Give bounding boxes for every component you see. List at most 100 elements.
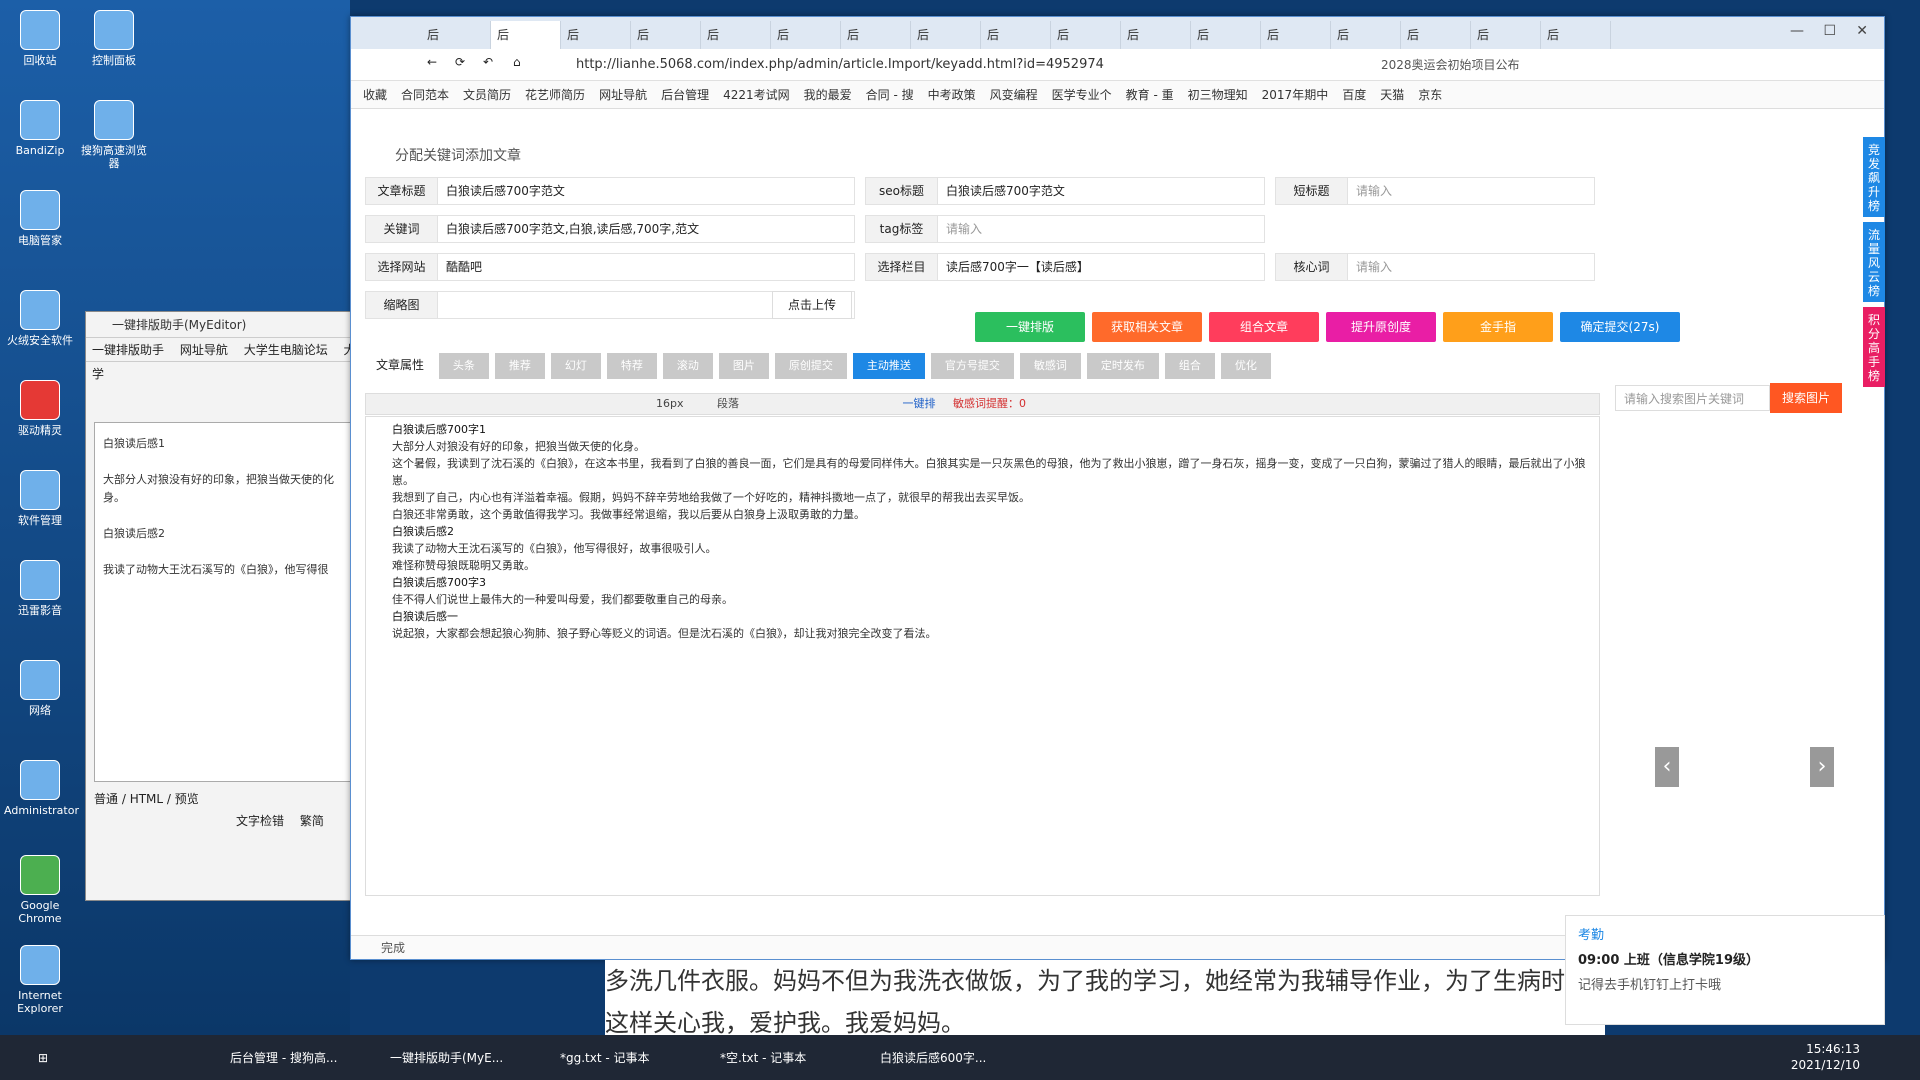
desktop-icon-softmgr[interactable]: 软件管理 xyxy=(4,470,76,527)
bookmark-item[interactable]: 2017年期中 xyxy=(1262,88,1329,102)
bookmark-item[interactable]: 收藏 xyxy=(363,88,387,102)
bookmark-item[interactable]: 初三物理知 xyxy=(1188,88,1248,102)
taskbar-item[interactable]: 后台管理 - 搜狗高... xyxy=(200,1043,337,1073)
attr-chip[interactable]: 图片 xyxy=(718,353,769,379)
golden-finger-button[interactable]: 金手指 xyxy=(1443,312,1553,342)
taskbar-item[interactable]: 白狼读后感600字... xyxy=(850,1043,986,1073)
onekey-link[interactable]: 一键排 xyxy=(903,397,936,410)
bookmark-item[interactable]: 医学专业个 xyxy=(1052,88,1112,102)
taskbar-item[interactable]: *gg.txt - 记事本 xyxy=(530,1043,650,1073)
text-check-button[interactable]: 文字检错 xyxy=(236,814,284,828)
browser-tab[interactable]: 后 xyxy=(561,21,631,49)
hot-notice[interactable]: 2028奥运会初始项目公布 xyxy=(1381,54,1520,76)
combine-button[interactable]: 组合文章 xyxy=(1209,312,1319,342)
start-icon[interactable]: ⊞ xyxy=(8,1043,48,1073)
title-field[interactable]: 文章标题 白狼读后感700字范文 xyxy=(365,177,855,205)
browser-tab[interactable]: 后 xyxy=(1471,21,1541,49)
bookmark-item[interactable]: 文员简历 xyxy=(463,88,511,102)
attr-chip[interactable]: 滚动 xyxy=(662,353,713,379)
browser-tab[interactable]: 后 xyxy=(1331,21,1401,49)
bookmark-item[interactable]: 我的最爱 xyxy=(804,88,852,102)
browser-tab[interactable]: 后 xyxy=(1541,21,1611,49)
article-editor[interactable]: 白狼读后感700字1 大部分人对狼没有好的印象，把狼当做天使的化身。 这个暑假，… xyxy=(365,416,1600,896)
rank-tab-rise[interactable]: 竞发飙升榜 xyxy=(1863,137,1885,217)
bookmark-item[interactable]: 合同范本 xyxy=(401,88,449,102)
desktop-icon-recycle-bin[interactable]: 回收站 xyxy=(4,10,76,67)
refresh-icon[interactable]: ⟳ xyxy=(455,55,465,69)
prev-icon[interactable]: ‹ xyxy=(1655,747,1679,787)
tab-normal[interactable]: 普通 xyxy=(94,792,118,806)
menu-item[interactable]: 网址导航 xyxy=(180,343,228,357)
desktop-icon-bandizip[interactable]: BandiZip xyxy=(4,100,76,157)
attr-chip[interactable]: 优化 xyxy=(1220,353,1271,379)
bookmark-item[interactable]: 后台管理 xyxy=(661,88,709,102)
next-icon[interactable]: › xyxy=(1810,747,1834,787)
fetch-related-button[interactable]: 获取相关文章 xyxy=(1092,312,1202,342)
browser-tab[interactable]: 后 xyxy=(1191,21,1261,49)
submit-button[interactable]: 确定提交(27s) xyxy=(1560,312,1680,342)
one-key-format-button[interactable]: 一键排版 xyxy=(975,312,1085,342)
browser-tab[interactable]: 后 xyxy=(1261,21,1331,49)
attr-chip[interactable]: 定时发布 xyxy=(1086,353,1159,379)
bookmark-item[interactable]: 合同 - 搜 xyxy=(866,88,914,102)
desktop-icon-sogou[interactable]: 搜狗高速浏览器 xyxy=(78,100,150,170)
desktop-icon-pcmgr[interactable]: 电脑管家 xyxy=(4,190,76,247)
browser-tab[interactable]: 后 xyxy=(841,21,911,49)
desktop-icon-huorong[interactable]: 火绒安全软件 xyxy=(4,290,76,347)
home-icon[interactable]: ⌂ xyxy=(513,55,521,69)
attr-chip[interactable]: 组合 xyxy=(1164,353,1215,379)
trad-simp-button[interactable]: 繁简 xyxy=(300,814,324,828)
font-size-select[interactable]: 16px xyxy=(656,397,684,410)
paragraph-select[interactable]: 段落 xyxy=(717,397,739,410)
desktop-icon-ie[interactable]: Internet Explorer xyxy=(4,945,76,1015)
attr-chip[interactable]: 推荐 xyxy=(494,353,545,379)
minimize-icon[interactable]: — xyxy=(1790,23,1804,39)
attr-chip[interactable]: 原创提交 xyxy=(774,353,847,379)
keyword-field[interactable]: 关键词 白狼读后感700字范文,白狼,读后感,700字,范文 xyxy=(365,215,855,243)
browser-tab[interactable]: 后 xyxy=(701,21,771,49)
menu-item[interactable]: 一键排版助手 xyxy=(92,343,164,357)
tab-html[interactable]: HTML xyxy=(130,792,163,806)
bookmark-item[interactable]: 天猫 xyxy=(1380,88,1404,102)
upload-button[interactable]: 点击上传 xyxy=(772,291,852,319)
menu-item[interactable]: 大学生电脑论坛 xyxy=(244,343,328,357)
attr-chip[interactable]: 官方号提交 xyxy=(930,353,1014,379)
desktop-icon-admin[interactable]: Administrator xyxy=(4,760,79,817)
bookmark-item[interactable]: 中考政策 xyxy=(928,88,976,102)
bookmark-item[interactable]: 百度 xyxy=(1342,88,1366,102)
tag-field[interactable]: tag标签 请输入 xyxy=(865,215,1265,243)
browser-tab[interactable]: 后 xyxy=(491,21,561,49)
desktop-icon-control-panel[interactable]: 控制面板 xyxy=(78,10,150,67)
browser-tab[interactable]: 后 xyxy=(631,21,701,49)
seo-field[interactable]: seo标题 白狼读后感700字范文 xyxy=(865,177,1265,205)
taskbar-item[interactable]: 一键排版助手(MyE... xyxy=(360,1043,503,1073)
attendance-toast[interactable]: 考勤 09:00 上班（信息学院19级） 记得去手机钉钉上打卡哦 xyxy=(1565,915,1885,1025)
clock[interactable]: 15:46:13 2021/12/10 xyxy=(1791,1041,1860,1073)
browser-tab[interactable]: 后 xyxy=(1121,21,1191,49)
site-select[interactable]: 选择网站 酷酷吧 xyxy=(365,253,855,281)
browser-tab[interactable]: 后 xyxy=(981,21,1051,49)
attr-chip[interactable]: 幻灯 xyxy=(550,353,601,379)
bookmark-item[interactable]: 教育 - 重 xyxy=(1126,88,1174,102)
desktop-icon-player[interactable]: 迅雷影音 xyxy=(4,560,76,617)
rank-tab-traffic[interactable]: 流量风云榜 xyxy=(1863,222,1885,302)
back-icon[interactable]: ← xyxy=(427,55,437,69)
browser-tab[interactable]: 后 xyxy=(1051,21,1121,49)
image-search-button[interactable]: 搜索图片 xyxy=(1770,383,1842,413)
desktop-icon-network[interactable]: 网络 xyxy=(4,660,76,717)
tab-preview[interactable]: 预览 xyxy=(175,792,199,806)
close-icon[interactable]: ✕ xyxy=(1856,23,1868,39)
taskbar-item[interactable]: *空.txt - 记事本 xyxy=(690,1043,806,1073)
maximize-icon[interactable]: ☐ xyxy=(1823,23,1836,39)
bookmark-item[interactable]: 风变编程 xyxy=(990,88,1038,102)
browser-tab[interactable]: 后 xyxy=(421,21,491,49)
browser-tab[interactable]: 后 xyxy=(911,21,981,49)
rank-tab-points[interactable]: 积分高手榜 xyxy=(1863,307,1885,387)
attr-chip[interactable]: 敏感词 xyxy=(1019,353,1081,379)
editor-body[interactable]: 白狼读后感1 大部分人对狼没有好的印象，把狼当做天使的化身。 白狼读后感2 我读… xyxy=(94,422,354,782)
browser-tab[interactable]: 后 xyxy=(771,21,841,49)
column-select[interactable]: 选择栏目 读后感700字一【读后感】 xyxy=(865,253,1265,281)
core-field[interactable]: 核心词 请输入 xyxy=(1275,253,1595,281)
browser-tab[interactable]: 后 xyxy=(1401,21,1471,49)
bookmark-item[interactable]: 4221考试网 xyxy=(723,88,790,102)
